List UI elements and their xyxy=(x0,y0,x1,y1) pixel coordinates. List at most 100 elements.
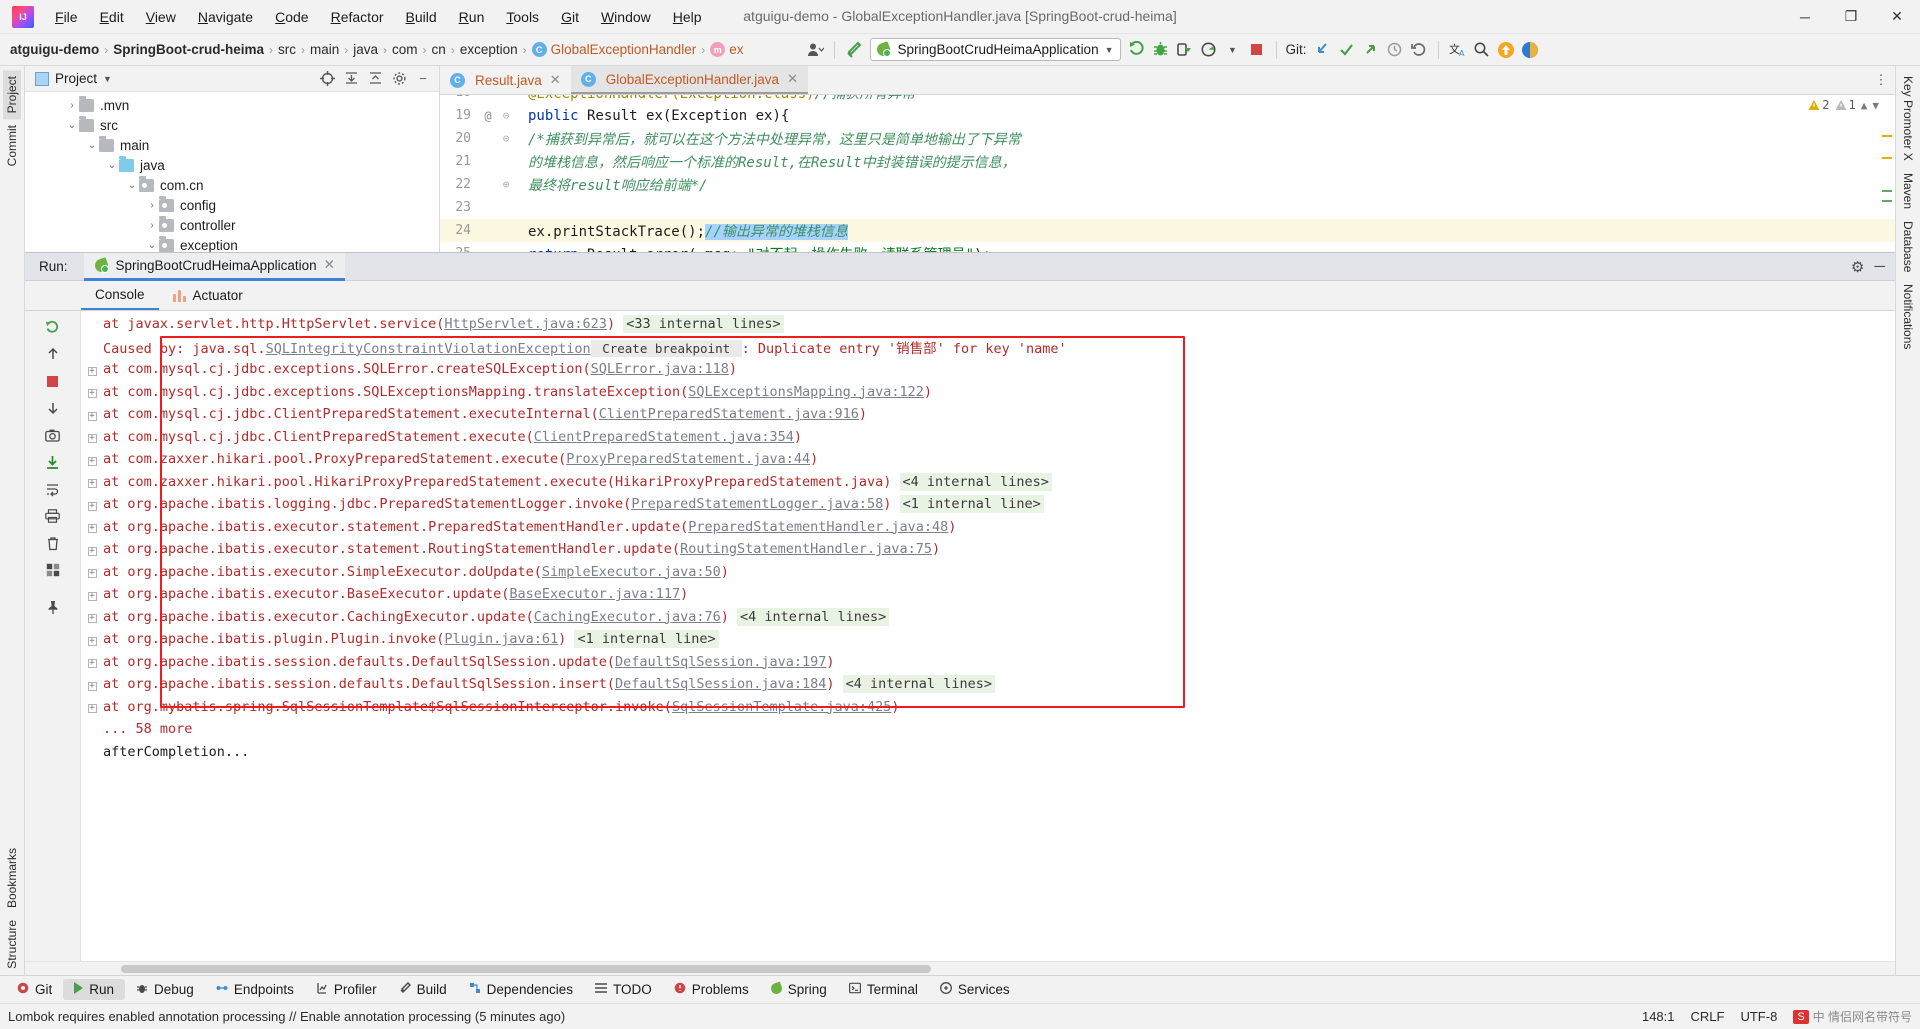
console-output[interactable]: at javax.servlet.http.HttpServlet.servic… xyxy=(81,311,1895,961)
chevron-down-icon[interactable]: ▼ xyxy=(1872,99,1879,112)
console-token[interactable]: BaseExecutor.java:117 xyxy=(509,586,680,602)
code-line[interactable]: 23 xyxy=(440,196,1895,219)
grid-icon[interactable] xyxy=(40,558,66,582)
stripe-button-commit[interactable]: Commit xyxy=(3,119,21,172)
tree-expand-arrow-icon[interactable]: ⌄ xyxy=(65,120,79,131)
editor-tab-result[interactable]: C Result.java ✕ xyxy=(440,66,571,94)
console-token[interactable]: SimpleExecutor.java:50 xyxy=(542,564,721,580)
close-icon[interactable]: ✕ xyxy=(787,71,798,87)
tree-node-src[interactable]: ⌄ src xyxy=(25,115,439,135)
run-configuration-selector[interactable]: SpringBootCrudHeimaApplication ▼ xyxy=(870,38,1121,61)
stripe-button-database[interactable]: Database xyxy=(1899,215,1917,278)
console-line[interactable]: + at org.apache.ibatis.executor.statemen… xyxy=(81,516,1895,539)
chevron-down-icon[interactable]: ▼ xyxy=(103,74,112,84)
close-icon[interactable]: ✕ xyxy=(324,257,335,273)
select-opened-file-icon[interactable] xyxy=(317,69,337,89)
console-line[interactable]: + at org.apache.ibatis.executor.statemen… xyxy=(81,538,1895,561)
update-available-icon[interactable] xyxy=(1494,38,1518,62)
chevron-up-icon[interactable]: ▲ xyxy=(1861,99,1868,112)
menu-git[interactable]: Git xyxy=(550,4,590,30)
menu-build[interactable]: Build xyxy=(395,4,448,30)
bottom-tab-run[interactable]: Run xyxy=(63,979,126,1000)
tree-node-java[interactable]: ⌄ java xyxy=(25,155,439,175)
console-line[interactable]: + at org.apache.ibatis.session.defaults.… xyxy=(81,673,1895,696)
down-arrow-icon[interactable] xyxy=(40,396,66,420)
editor-options-icon[interactable]: ⋮ xyxy=(1867,66,1895,94)
console-token[interactable]: SQLExceptionsMapping.java:122 xyxy=(688,384,924,400)
console-token[interactable]: Plugin.java:61 xyxy=(444,631,558,647)
console-line[interactable]: + at com.mysql.cj.jdbc.exceptions.SQLErr… xyxy=(81,358,1895,381)
stripe-button-maven[interactable]: Maven xyxy=(1899,167,1917,215)
stop-button[interactable] xyxy=(1245,38,1269,62)
console-fold-icon[interactable]: + xyxy=(81,700,103,714)
console-token[interactable]: <1 internal line> xyxy=(899,495,1044,514)
collapse-all-icon[interactable] xyxy=(365,69,385,89)
tree-node-main[interactable]: ⌄ main xyxy=(25,135,439,155)
bottom-tab-debug[interactable]: Debug xyxy=(125,979,205,1000)
console-line[interactable]: + at com.mysql.cj.jdbc.exceptions.SQLExc… xyxy=(81,381,1895,404)
console-token[interactable]: HttpServlet.java:623 xyxy=(444,316,607,332)
breadcrumb-exception[interactable]: exception xyxy=(460,42,518,57)
tree-node-com-cn[interactable]: ⌄ com.cn xyxy=(25,175,439,195)
tree-node-controller[interactable]: › controller xyxy=(25,215,439,235)
console-token[interactable]: PreparedStatementLogger.java:58 xyxy=(631,496,883,512)
menu-refactor[interactable]: Refactor xyxy=(320,4,395,30)
menu-file[interactable]: File xyxy=(44,4,89,30)
fold-toggle-icon[interactable]: ⊕ xyxy=(498,178,514,191)
console-fold-icon[interactable]: + xyxy=(81,430,103,444)
breadcrumb-project[interactable]: atguigu-demo xyxy=(10,42,99,57)
user-avatar-icon[interactable] xyxy=(803,38,827,62)
tab-console[interactable]: Console xyxy=(81,281,159,310)
tree-node-config[interactable]: › config xyxy=(25,195,439,215)
console-line[interactable]: + at org.apache.ibatis.plugin.Plugin.inv… xyxy=(81,628,1895,651)
code-viewport[interactable]: 18 @ExceptionHandler(Exception.class)//捕… xyxy=(440,95,1895,252)
search-icon[interactable] xyxy=(1470,38,1494,62)
console-token[interactable]: ClientPreparedStatement.java:354 xyxy=(534,429,794,445)
menu-navigate[interactable]: Navigate xyxy=(187,4,264,30)
hide-panel-icon[interactable]: − xyxy=(413,69,433,89)
bottom-tab-profiler[interactable]: Profiler xyxy=(305,979,388,1000)
bottom-tab-git[interactable]: Git xyxy=(6,979,63,1000)
console-line[interactable]: + at com.mysql.cj.jdbc.ClientPreparedSta… xyxy=(81,403,1895,426)
chevron-down-icon[interactable]: ▼ xyxy=(1221,38,1245,62)
menu-run[interactable]: Run xyxy=(448,4,496,30)
console-line[interactable]: + at com.zaxxer.hikari.pool.HikariProxyP… xyxy=(81,471,1895,494)
bottom-tab-spring[interactable]: Spring xyxy=(760,979,838,1000)
console-line[interactable]: + at org.apache.ibatis.executor.BaseExec… xyxy=(81,583,1895,606)
project-tree[interactable]: › .mvn ⌄ src ⌄ main ⌄ java ⌄ com.cn › config › contro… xyxy=(25,92,439,252)
gutter-marker-icon[interactable]: @ xyxy=(478,109,498,123)
stripe-button-structure[interactable]: Structure xyxy=(3,914,21,975)
stripe-button-notifications[interactable]: Notifications xyxy=(1899,278,1917,355)
stripe-button-key-promoter-x[interactable]: Key Promoter X xyxy=(1899,70,1917,167)
soft-wrap-icon[interactable] xyxy=(40,477,66,501)
console-fold-icon[interactable]: + xyxy=(81,655,103,669)
console-token[interactable]: RoutingStatementHandler.java:75 xyxy=(680,541,932,557)
caret-position[interactable]: 148:1 xyxy=(1642,1009,1675,1024)
menu-tools[interactable]: Tools xyxy=(495,4,550,30)
console-token[interactable]: <1 internal line> xyxy=(574,630,719,649)
console-token[interactable]: CachingExecutor.java:76 xyxy=(534,609,721,625)
console-fold-icon[interactable]: + xyxy=(81,520,103,534)
console-scrollbar[interactable] xyxy=(1884,311,1895,961)
breadcrumb-src[interactable]: src xyxy=(278,42,296,57)
tree-expand-arrow-icon[interactable]: ⌄ xyxy=(145,240,159,251)
console-token[interactable]: <33 internal lines> xyxy=(623,315,784,334)
console-fold-icon[interactable]: + xyxy=(81,633,103,646)
run-session-tab[interactable]: SpringBootCrudHeimaApplication ✕ xyxy=(83,252,345,281)
hide-panel-icon[interactable]: ─ xyxy=(1874,258,1885,275)
console-token[interactable]: <4 internal lines> xyxy=(737,607,890,626)
tree-expand-arrow-icon[interactable]: › xyxy=(65,100,79,111)
maximize-button[interactable]: ❐ xyxy=(1828,0,1874,34)
inspection-status[interactable]: 2 1 ▲ ▼ xyxy=(1808,98,1879,112)
console-line[interactable]: + at org.apache.ibatis.executor.CachingE… xyxy=(81,606,1895,629)
stop-icon[interactable] xyxy=(40,369,66,393)
code-line[interactable]: 21 的堆栈信息，然后响应一个标准的Result,在Result中封装错误的提示… xyxy=(440,150,1895,173)
profiler-button[interactable] xyxy=(1197,38,1221,62)
undo-icon[interactable] xyxy=(1407,38,1431,62)
console-fold-icon[interactable]: + xyxy=(81,408,103,421)
console-fold-icon[interactable]: + xyxy=(81,498,103,511)
console-line[interactable]: + at org.apache.ibatis.session.defaults.… xyxy=(81,651,1895,674)
breadcrumb-main[interactable]: main xyxy=(310,42,339,57)
menu-help[interactable]: Help xyxy=(662,4,713,30)
console-fold-icon[interactable]: + xyxy=(81,363,103,376)
